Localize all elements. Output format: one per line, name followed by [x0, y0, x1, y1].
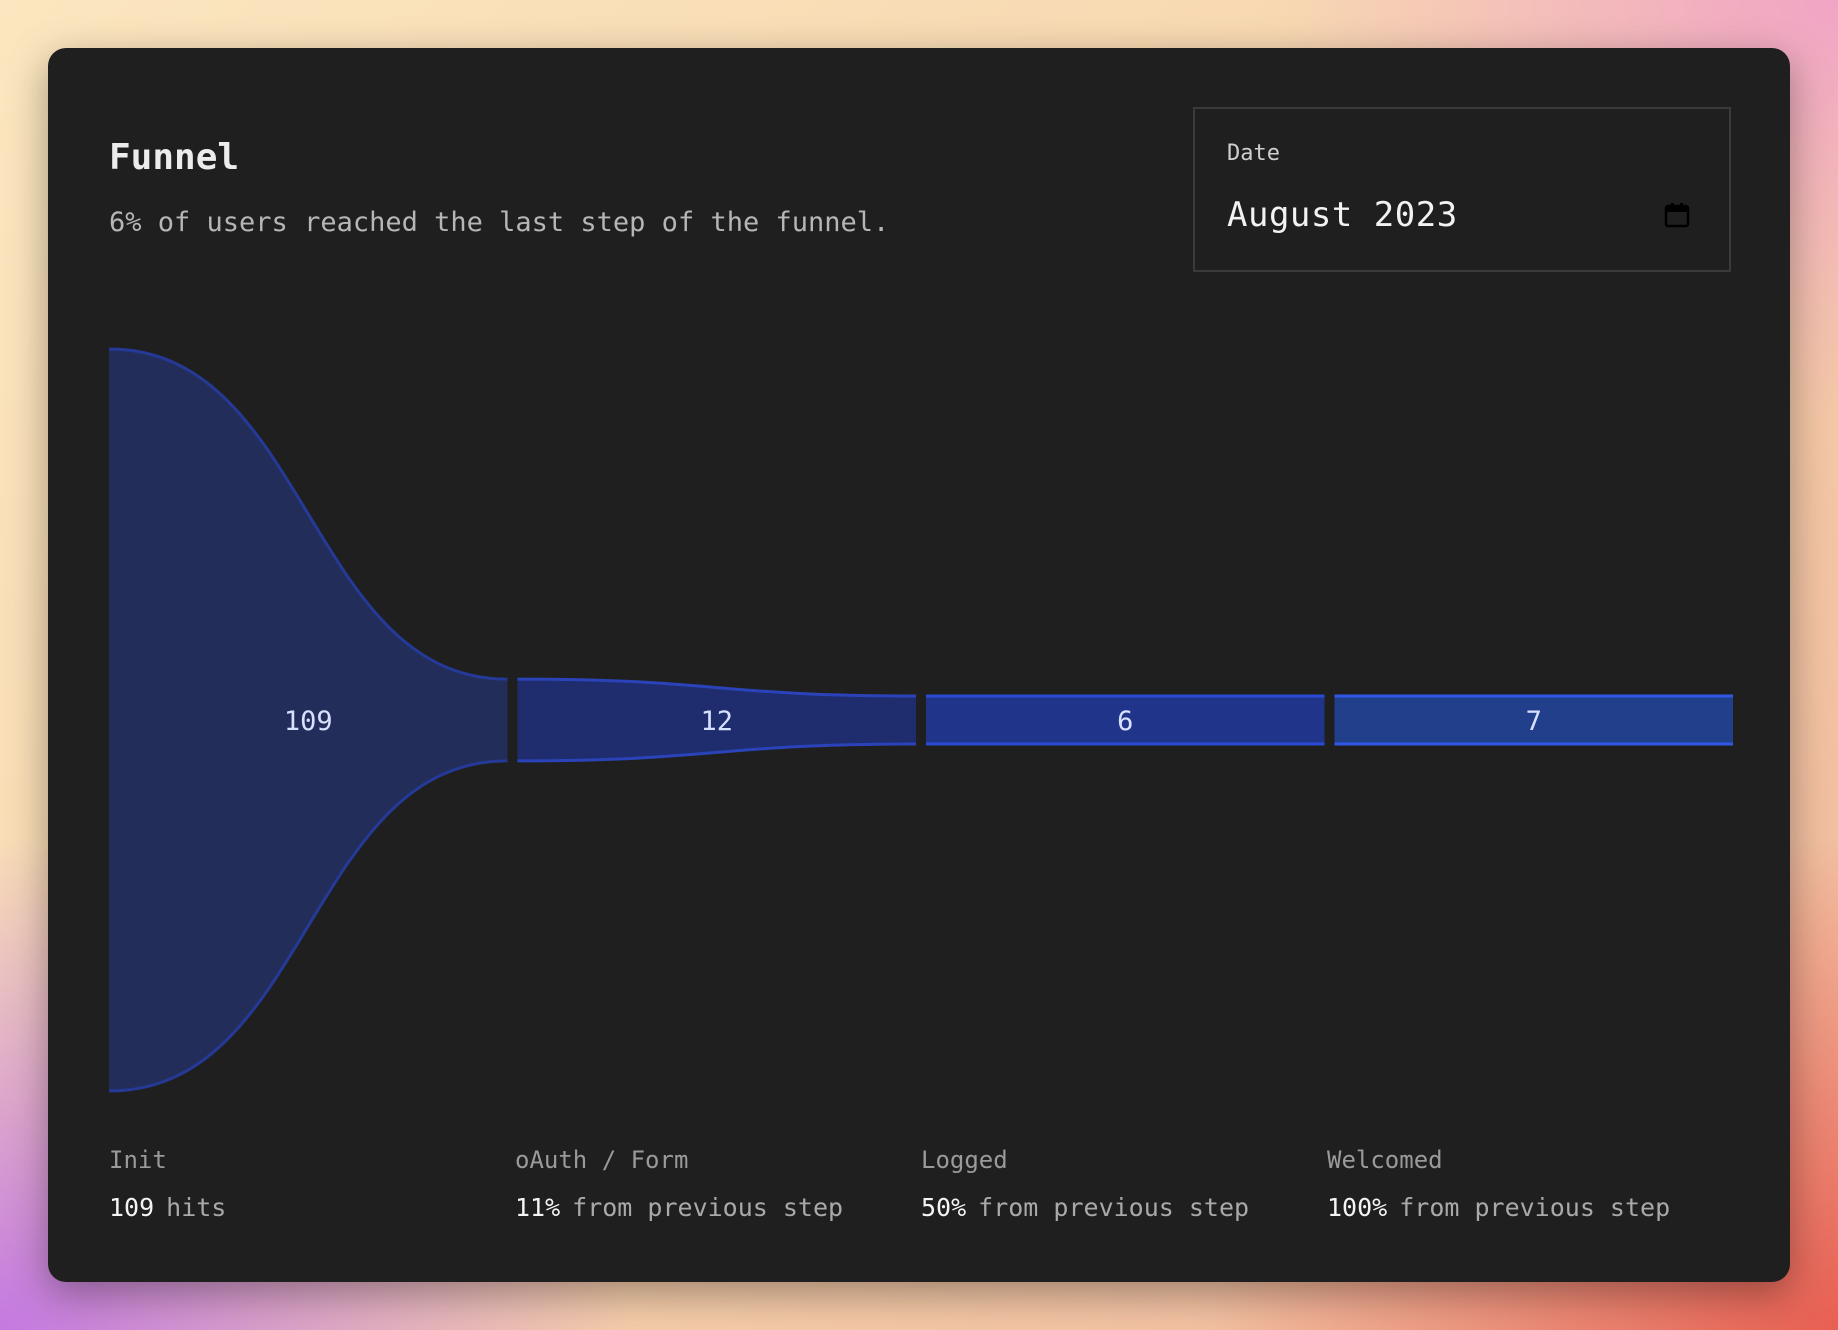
step-metric-suffix: from previous step [572, 1193, 844, 1222]
step-label: oAuth / Form [515, 1146, 689, 1174]
step-label: Logged [921, 1146, 1008, 1174]
step-metric-value: 100% [1327, 1193, 1388, 1222]
step-init: Init 109 hits [109, 1145, 509, 1223]
step-metric-suffix: from previous step [978, 1193, 1250, 1222]
step-oauth-form: oAuth / Form 11% from previous step [515, 1145, 915, 1223]
funnel-value-label: 7 [1526, 706, 1542, 737]
step-logged: Logged 50% from previous step [921, 1145, 1321, 1223]
funnel-chart: 109 12 6 7 [108, 347, 1733, 1093]
step-welcomed: Welcomed 100% from previous step [1327, 1145, 1727, 1223]
funnel-value-label: 6 [1117, 706, 1133, 737]
step-metric: 100% from previous step [1327, 1193, 1727, 1223]
step-metric-value: 109 [109, 1193, 155, 1222]
step-label: Welcomed [1327, 1146, 1443, 1174]
step-metric: 50% from previous step [921, 1193, 1321, 1223]
step-metric: 109 hits [109, 1193, 509, 1223]
step-metric: 11% from previous step [515, 1193, 915, 1223]
step-label: Init [109, 1146, 167, 1174]
step-metric-value: 11% [515, 1193, 561, 1222]
step-metric-suffix: hits [166, 1193, 227, 1222]
step-metric-suffix: from previous step [1399, 1193, 1671, 1222]
funnel-value-label: 109 [284, 706, 333, 737]
step-metric-value: 50% [921, 1193, 967, 1222]
funnel-card: Funnel 6% of users reached the last step… [48, 48, 1790, 1282]
funnel-value-label: 12 [700, 706, 733, 737]
